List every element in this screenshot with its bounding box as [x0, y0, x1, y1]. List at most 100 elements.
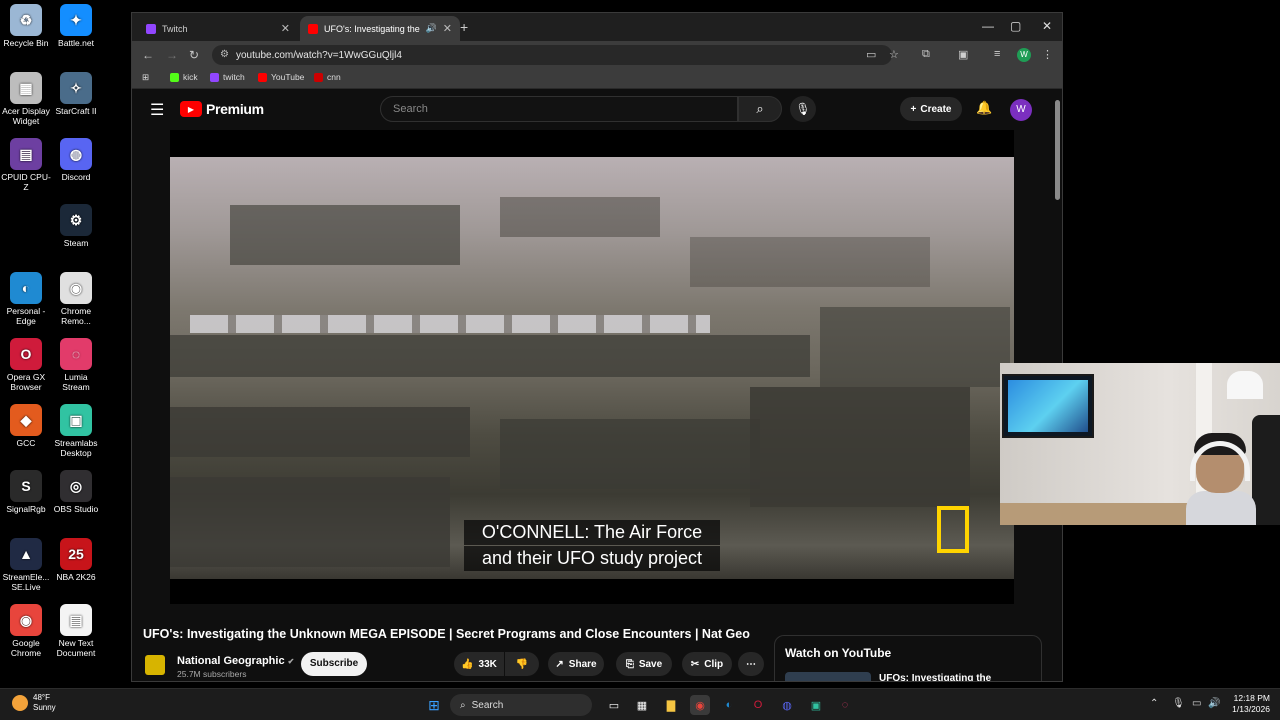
- bookmark-kick[interactable]: kick: [170, 72, 198, 82]
- save-button[interactable]: ⎘ Save: [616, 652, 672, 676]
- search-icon: ⌕: [460, 699, 466, 711]
- tab-youtube-video[interactable]: UFO's: Investigating the Un 🔊 ✕: [300, 16, 460, 41]
- streamlabs-taskbar-icon[interactable]: ▣: [806, 695, 826, 715]
- nba2k-icon: 25: [60, 538, 92, 570]
- share-button[interactable]: ↗ Share: [548, 652, 604, 676]
- video-player[interactable]: O'CONNELL: The Air Force and their UFO s…: [170, 130, 1014, 604]
- share-label: Share: [568, 658, 597, 670]
- network-icon[interactable]: ▭: [1192, 698, 1201, 709]
- desktop-shortcut[interactable]: ▤ CPUID CPU-Z: [0, 138, 52, 192]
- chrome-taskbar-icon[interactable]: ◉: [690, 695, 710, 715]
- twitch-icon: [210, 72, 219, 82]
- voice-search-button[interactable]: 🎙: [790, 96, 816, 122]
- extensions-icon[interactable]: ⧉: [922, 48, 930, 61]
- desktop-shortcut[interactable]: 25 NBA 2K26: [50, 538, 102, 582]
- site-info-icon[interactable]: ⚙: [220, 49, 229, 60]
- clock[interactable]: 12:18 PM 1/13/2026: [1228, 693, 1270, 715]
- acer-display-widget-icon: ▦: [10, 72, 42, 104]
- account-avatar[interactable]: W: [1010, 99, 1032, 121]
- desktop-shortcut[interactable]: ✧ StarCraft II: [50, 72, 102, 116]
- close-tab-icon[interactable]: ✕: [443, 22, 452, 35]
- streamer: [1186, 433, 1256, 525]
- youtube-logo[interactable]: ▶ Premium: [180, 101, 264, 117]
- menu-kebab-icon[interactable]: ⋮: [1042, 48, 1053, 61]
- lumia-taskbar-icon[interactable]: ◌: [835, 695, 855, 715]
- desktop-shortcut[interactable]: ◍ Discord: [50, 138, 102, 182]
- maximize-button[interactable]: ▢: [1010, 19, 1021, 33]
- discord-taskbar-icon[interactable]: ◍: [777, 695, 797, 715]
- tab-twitch[interactable]: Twitch ✕: [138, 16, 298, 41]
- desktop-shortcut[interactable]: S SignalRgb: [0, 470, 52, 514]
- related-video-thumbnail[interactable]: [785, 672, 871, 681]
- new-tab-button[interactable]: +: [460, 19, 468, 35]
- plus-icon: +: [910, 103, 917, 115]
- video-frame[interactable]: [170, 157, 1014, 579]
- notifications-bell-icon[interactable]: 🔔: [976, 100, 992, 116]
- address-bar[interactable]: ⚙ youtube.com/watch?v=1WwGGuQljl4: [212, 45, 892, 65]
- related-video-title[interactable]: UFOs: Investigating the: [879, 673, 991, 681]
- file-explorer-icon[interactable]: ▇: [661, 695, 681, 715]
- desktop-shortcut[interactable]: ◌ Lumia Stream: [50, 338, 102, 392]
- desktop-shortcut[interactable]: ▲ StreamEle... SE.Live: [0, 538, 52, 592]
- hamburger-menu-icon[interactable]: ☰: [150, 100, 164, 120]
- apps-grid-icon[interactable]: ⊞: [142, 72, 149, 83]
- desktop-shortcut[interactable]: ◎ OBS Studio: [50, 470, 102, 514]
- reload-button[interactable]: ↻: [189, 48, 199, 62]
- reading-list-icon[interactable]: ≡: [994, 48, 1000, 60]
- like-button[interactable]: 👍 33K: [454, 652, 504, 676]
- desktop-shortcut[interactable]: ▣ Streamlabs Desktop: [50, 404, 102, 458]
- desktop-shortcut-label: OBS Studio: [53, 504, 99, 514]
- forward-button[interactable]: →: [166, 48, 178, 62]
- opera-gx-taskbar-icon[interactable]: O: [748, 695, 768, 715]
- taskbar-search-label: Search: [471, 699, 504, 711]
- back-button[interactable]: ←: [142, 48, 154, 62]
- desktop-shortcut[interactable]: ◐ Personal - Edge: [0, 272, 52, 326]
- speaker-icon[interactable]: 🔊: [426, 23, 437, 34]
- widgets-icon[interactable]: ▦: [632, 695, 652, 715]
- minimize-button[interactable]: —: [982, 19, 994, 33]
- profile-avatar[interactable]: W: [1017, 48, 1031, 62]
- bookmark-youtube[interactable]: YouTube: [258, 72, 304, 82]
- close-tab-icon[interactable]: ✕: [281, 22, 290, 35]
- more-actions-button[interactable]: ⋯: [738, 652, 764, 676]
- opera-gx-icon: O: [10, 338, 42, 370]
- video-title: UFO's: Investigating the Unknown MEGA EP…: [143, 627, 750, 641]
- windows-start-icon[interactable]: ⊞: [424, 695, 444, 715]
- close-window-button[interactable]: ✕: [1042, 19, 1052, 33]
- desktop-shortcut[interactable]: O Opera GX Browser: [0, 338, 52, 392]
- dislike-button[interactable]: 👎: [505, 652, 539, 676]
- desktop-shortcut-label: New Text Document: [56, 638, 96, 658]
- volume-icon[interactable]: 🔊: [1208, 698, 1220, 709]
- edge-taskbar-icon[interactable]: ◐: [719, 695, 739, 715]
- desktop-shortcut[interactable]: ◆ GCC: [0, 404, 52, 448]
- bookmark-star-icon[interactable]: ☆: [889, 48, 899, 61]
- cpuz-icon: ▤: [10, 138, 42, 170]
- side-panel-icon[interactable]: ▣: [958, 48, 968, 61]
- bookmark-twitch[interactable]: twitch: [210, 72, 245, 82]
- youtube-header: ☰ ▶ Premium Search ⌕ 🎙 + Create 🔔 W: [132, 90, 1062, 130]
- cast-icon[interactable]: ▭: [866, 48, 876, 61]
- taskbar-search[interactable]: ⌕ Search: [450, 694, 592, 716]
- channel-name[interactable]: National Geographic ✔: [177, 655, 294, 667]
- create-button[interactable]: + Create: [900, 97, 962, 121]
- scrollbar-thumb[interactable]: [1055, 100, 1060, 200]
- desktop-shortcut[interactable]: ⚙ Steam: [50, 204, 102, 248]
- bookmark-cnn[interactable]: cnn: [314, 72, 341, 82]
- search-button[interactable]: ⌕: [738, 96, 782, 122]
- show-hidden-icons-chevron-icon[interactable]: ⌃: [1150, 698, 1158, 709]
- desktop-shortcut[interactable]: ▤ New Text Document: [50, 604, 102, 658]
- bookmark-label: kick: [183, 72, 198, 82]
- desktop-shortcut[interactable]: ✦ Battle.net: [50, 4, 102, 48]
- desktop-shortcut[interactable]: ▦ Acer Display Widget: [0, 72, 52, 126]
- task-view-icon[interactable]: ▭: [604, 695, 624, 715]
- search-input[interactable]: Search: [380, 96, 738, 122]
- clip-button[interactable]: ✂ Clip: [682, 652, 732, 676]
- subscribe-button[interactable]: Subscribe: [301, 652, 367, 676]
- watch-on-youtube-panel[interactable]: Watch on YouTube UFOs: Investigating the: [774, 635, 1042, 681]
- microphone-tray-icon[interactable]: 🎙: [1172, 698, 1185, 709]
- desktop-shortcut[interactable]: ◉ Google Chrome: [0, 604, 52, 658]
- weather-widget[interactable]: 48°F Sunny: [12, 693, 56, 713]
- channel-avatar[interactable]: [145, 655, 165, 675]
- desktop-shortcut[interactable]: ◉ Chrome Remo...: [50, 272, 102, 326]
- desktop-shortcut[interactable]: ♻ Recycle Bin: [0, 4, 52, 48]
